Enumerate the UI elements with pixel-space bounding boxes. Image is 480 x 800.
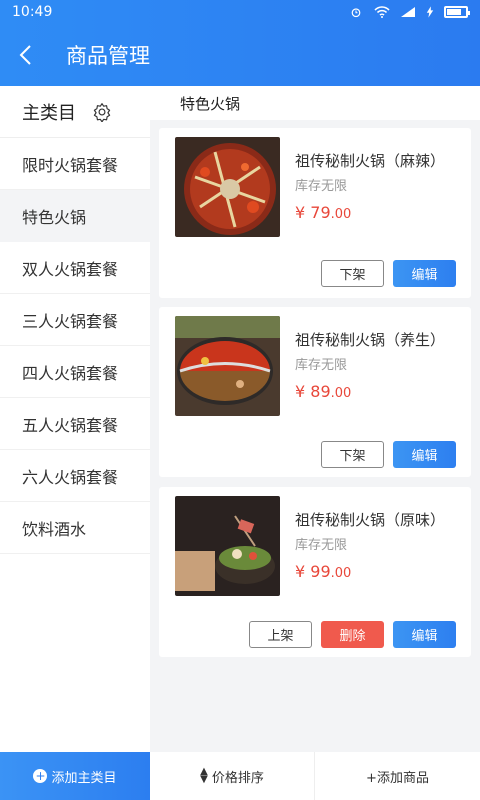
sidebar-item-label: 限时火锅套餐 [22, 155, 119, 175]
edit-button[interactable]: 编辑 [393, 260, 456, 287]
price-currency: ¥ [295, 203, 306, 222]
product-price: ¥ 99.00 [295, 562, 351, 581]
product-card: 祖传秘制火锅（麻辣） 库存无限 ¥ 79.00 下架 编辑 [159, 128, 471, 298]
edit-button[interactable]: 编辑 [393, 621, 456, 648]
status-bar: 10:49 [0, 0, 480, 24]
back-button[interactable] [0, 24, 52, 86]
sort-price-button[interactable]: ▲ ▼ 价格排序 [150, 752, 315, 800]
battery-icon [444, 6, 470, 18]
sidebar-item-label: 六人火锅套餐 [22, 467, 119, 487]
page-title: 商品管理 [66, 44, 150, 68]
product-stock: 库存无限 [295, 538, 348, 553]
product-name: 祖传秘制火锅（原味） [295, 511, 446, 529]
bottom-bar: + 添加主类目 ▲ ▼ 价格排序 +添加商品 [0, 752, 480, 800]
product-name: 祖传秘制火锅（养生） [295, 331, 446, 349]
product-price: ¥ 79.00 [295, 203, 351, 222]
wifi-icon [374, 6, 390, 18]
sidebar-header-label: 主类目 [22, 102, 76, 124]
status-icons [348, 6, 470, 18]
sidebar-item-label: 双人火锅套餐 [22, 259, 119, 279]
product-image[interactable] [175, 316, 280, 416]
sidebar-item-two-person[interactable]: 双人火锅套餐 [0, 242, 150, 294]
sort-icon: ▲ ▼ [200, 766, 208, 785]
delete-button[interactable]: 删除 [321, 621, 384, 648]
price-integer: 99 [310, 562, 331, 581]
sidebar-header: 主类目 [0, 86, 150, 138]
sidebar-item-label: 饮料酒水 [22, 519, 87, 539]
product-card: 祖传秘制火锅（养生） 库存无限 ¥ 89.00 下架 编辑 [159, 307, 471, 477]
list-button[interactable]: 上架 [249, 621, 312, 648]
sidebar-item-label: 特色火锅 [22, 208, 87, 227]
plus-circle-icon: + [33, 769, 48, 783]
gear-icon[interactable] [92, 102, 112, 122]
add-category-button[interactable]: + 添加主类目 [0, 752, 150, 800]
section-title: 特色火锅 [150, 86, 480, 120]
sort-price-label: 价格排序 [211, 770, 264, 786]
sidebar-item-label: 五人火锅套餐 [22, 415, 119, 435]
charging-icon [426, 6, 434, 18]
product-list-panel: 特色火锅 祖传秘制火锅（麻辣） 库存无限 ¥ 79.00 下架 编辑 祖传秘制火… [150, 86, 480, 752]
status-time: 10:49 [12, 4, 53, 20]
add-product-button[interactable]: +添加商品 [315, 752, 480, 800]
header: 10:49 商品管理 [0, 0, 480, 86]
sidebar-item-limited[interactable]: 限时火锅套餐 [0, 138, 150, 190]
sidebar-item-drinks[interactable]: 饮料酒水 [0, 502, 150, 554]
sidebar-item-four-person[interactable]: 四人火锅套餐 [0, 346, 150, 398]
product-card: 祖传秘制火锅（原味） 库存无限 ¥ 99.00 上架 删除 编辑 [159, 487, 471, 657]
unlist-button[interactable]: 下架 [321, 441, 384, 468]
price-decimal: .00 [330, 566, 352, 581]
price-decimal: .00 [330, 386, 352, 401]
price-integer: 89 [310, 382, 331, 401]
sidebar-item-label: 四人火锅套餐 [22, 363, 119, 383]
product-image[interactable] [175, 137, 280, 237]
product-stock: 库存无限 [295, 179, 348, 194]
price-currency: ¥ [295, 382, 306, 401]
alarm-icon [351, 8, 361, 18]
price-currency: ¥ [295, 562, 306, 581]
unlist-button[interactable]: 下架 [321, 260, 384, 287]
product-image[interactable] [175, 496, 280, 596]
signal-icon [401, 7, 415, 17]
price-integer: 79 [310, 203, 331, 222]
product-price: ¥ 89.00 [295, 382, 351, 401]
price-decimal: .00 [330, 207, 352, 222]
sidebar-item-six-person[interactable]: 六人火锅套餐 [0, 450, 150, 502]
sidebar-item-five-person[interactable]: 五人火锅套餐 [0, 398, 150, 450]
sidebar-item-three-person[interactable]: 三人火锅套餐 [0, 294, 150, 346]
edit-button[interactable]: 编辑 [393, 441, 456, 468]
app-bar: 商品管理 [0, 24, 480, 86]
chevron-left-icon [19, 45, 31, 65]
product-name: 祖传秘制火锅（麻辣） [295, 152, 446, 170]
product-stock: 库存无限 [295, 358, 348, 373]
sidebar-item-label: 三人火锅套餐 [22, 311, 119, 331]
sidebar-item-special[interactable]: 特色火锅 [0, 190, 150, 242]
category-sidebar: 主类目 限时火锅套餐 特色火锅 双人火锅套餐 三人火锅套餐 四人火锅套餐 五人火… [0, 86, 150, 752]
add-category-label: 添加主类目 [51, 770, 117, 786]
